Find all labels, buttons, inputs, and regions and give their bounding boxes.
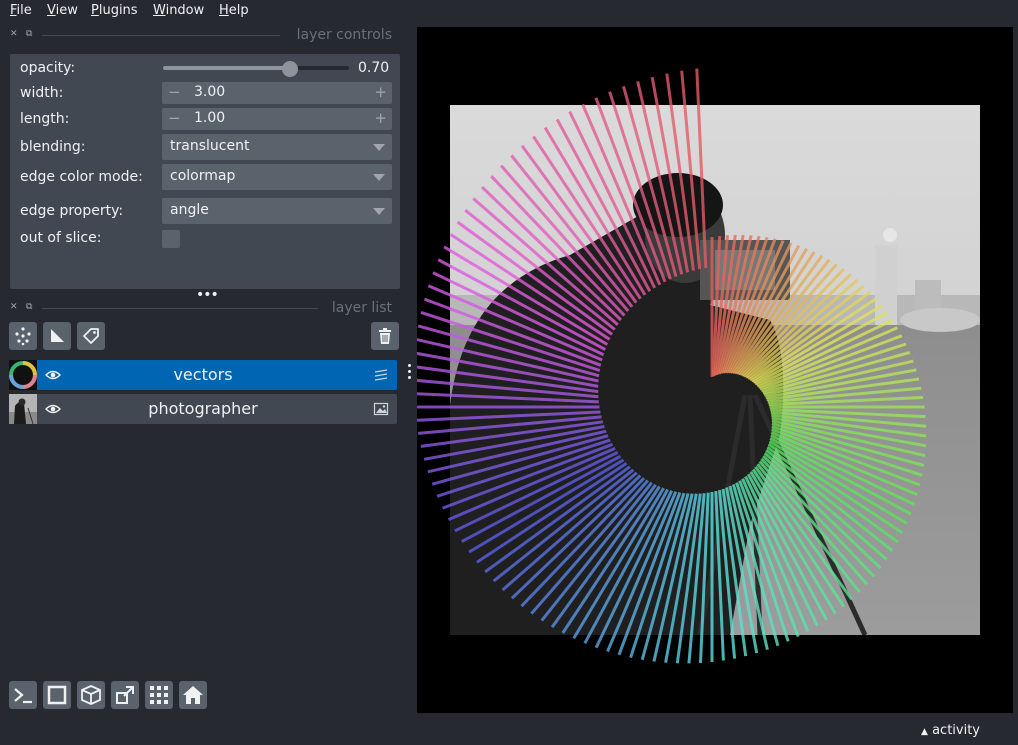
transpose-dimensions-button[interactable] bbox=[111, 681, 139, 709]
opacity-slider-handle[interactable] bbox=[282, 61, 298, 77]
new-shapes-layer-button[interactable] bbox=[43, 322, 71, 350]
vectors-icon bbox=[374, 369, 388, 381]
toggle-ndisplay-button[interactable] bbox=[43, 681, 71, 709]
out-of-slice-checkbox[interactable] bbox=[162, 230, 180, 248]
header-divider bbox=[42, 308, 318, 309]
width-increment-button[interactable]: + bbox=[374, 83, 387, 101]
new-labels-layer-button[interactable] bbox=[77, 322, 105, 350]
opacity-label: opacity: bbox=[20, 60, 76, 76]
width-spinbox[interactable]: − 3.00 + bbox=[162, 82, 392, 104]
layer-list-options-icon[interactable] bbox=[408, 364, 412, 382]
menu-bar: File View Plugins Window Help bbox=[0, 0, 1018, 24]
edge-property-value: angle bbox=[170, 202, 209, 218]
menu-help[interactable]: Help bbox=[219, 3, 249, 18]
viewer-canvas[interactable] bbox=[417, 27, 1013, 713]
points-icon bbox=[15, 327, 31, 346]
reset-view-button[interactable] bbox=[179, 681, 207, 709]
blending-label: blending: bbox=[20, 139, 86, 155]
vector-line bbox=[417, 324, 600, 378]
trash-icon bbox=[379, 328, 391, 344]
edge-color-mode-label: edge color mode: bbox=[20, 169, 143, 185]
home-icon bbox=[183, 686, 203, 704]
close-dock-icon[interactable]: ✕ bbox=[10, 302, 18, 312]
edge-property-select[interactable]: angle bbox=[162, 198, 392, 224]
activity-label: activity bbox=[932, 723, 980, 738]
menu-view[interactable]: View bbox=[47, 3, 78, 18]
transpose-icon bbox=[116, 686, 134, 704]
edge-color-mode-select[interactable]: colormap bbox=[162, 164, 392, 190]
opacity-slider[interactable] bbox=[163, 66, 349, 70]
vectors-overlay bbox=[417, 68, 927, 664]
opacity-value: 0.70 bbox=[358, 60, 390, 76]
blending-value: translucent bbox=[170, 138, 250, 154]
layer-controls-header: ✕ ⧉ layer controls bbox=[10, 27, 392, 45]
dropdown-arrow-icon bbox=[373, 208, 385, 215]
layer-controls-panel: opacity: 0.70 width: − 3.00 + length: − … bbox=[10, 54, 400, 289]
layer-controls-title: layer controls bbox=[296, 27, 392, 43]
console-button[interactable] bbox=[9, 681, 37, 709]
label-tag-icon bbox=[83, 328, 99, 344]
length-spinbox[interactable]: − 1.00 + bbox=[162, 108, 392, 130]
caret-up-icon: ▲ bbox=[921, 727, 928, 737]
menu-file[interactable]: File bbox=[10, 3, 32, 18]
square-icon bbox=[47, 685, 67, 705]
layer-row-photographer[interactable]: photographer bbox=[9, 394, 397, 424]
float-dock-icon[interactable]: ⧉ bbox=[26, 302, 32, 312]
length-increment-button[interactable]: + bbox=[374, 109, 387, 127]
length-decrement-button[interactable]: − bbox=[168, 109, 181, 127]
grid-mode-button[interactable] bbox=[145, 681, 173, 709]
vector-line bbox=[735, 482, 790, 642]
delete-layer-button[interactable] bbox=[371, 322, 399, 350]
layer-thumbnail bbox=[9, 360, 37, 390]
dropdown-arrow-icon bbox=[373, 174, 385, 181]
width-label: width: bbox=[20, 85, 64, 101]
layer-list-title: layer list bbox=[331, 300, 392, 316]
width-decrement-button[interactable]: − bbox=[168, 83, 181, 101]
terminal-icon bbox=[14, 688, 32, 704]
cube-icon bbox=[81, 685, 101, 705]
length-label: length: bbox=[20, 111, 70, 127]
close-dock-icon[interactable]: ✕ bbox=[10, 29, 18, 39]
vector-line bbox=[622, 85, 678, 277]
new-points-layer-button[interactable] bbox=[9, 322, 37, 350]
edge-property-label: edge property: bbox=[20, 203, 124, 219]
menu-plugins[interactable]: Plugins bbox=[91, 3, 138, 18]
layer-thumbnail bbox=[9, 394, 37, 424]
layer-name[interactable]: photographer bbox=[49, 399, 357, 418]
edge-color-mode-value: colormap bbox=[170, 168, 236, 184]
grid-icon bbox=[150, 686, 168, 704]
layer-name[interactable]: vectors bbox=[49, 365, 357, 384]
roll-dimensions-button[interactable] bbox=[77, 681, 105, 709]
layer-list-header: ✕ ⧉ layer list bbox=[10, 300, 392, 318]
header-divider bbox=[42, 35, 280, 36]
menu-window[interactable]: Window bbox=[153, 3, 204, 18]
dropdown-arrow-icon bbox=[373, 144, 385, 151]
float-dock-icon[interactable]: ⧉ bbox=[26, 29, 32, 39]
blending-select[interactable]: translucent bbox=[162, 134, 392, 160]
activity-toggle[interactable]: ▲ activity bbox=[921, 723, 980, 738]
shapes-icon bbox=[51, 329, 64, 342]
width-value[interactable]: 3.00 bbox=[194, 84, 225, 100]
length-value[interactable]: 1.00 bbox=[194, 110, 225, 126]
layer-row-vectors[interactable]: vectors bbox=[9, 360, 397, 390]
out-of-slice-label: out of slice: bbox=[20, 230, 102, 246]
opacity-slider-fill bbox=[163, 66, 290, 70]
image-icon bbox=[373, 402, 389, 416]
